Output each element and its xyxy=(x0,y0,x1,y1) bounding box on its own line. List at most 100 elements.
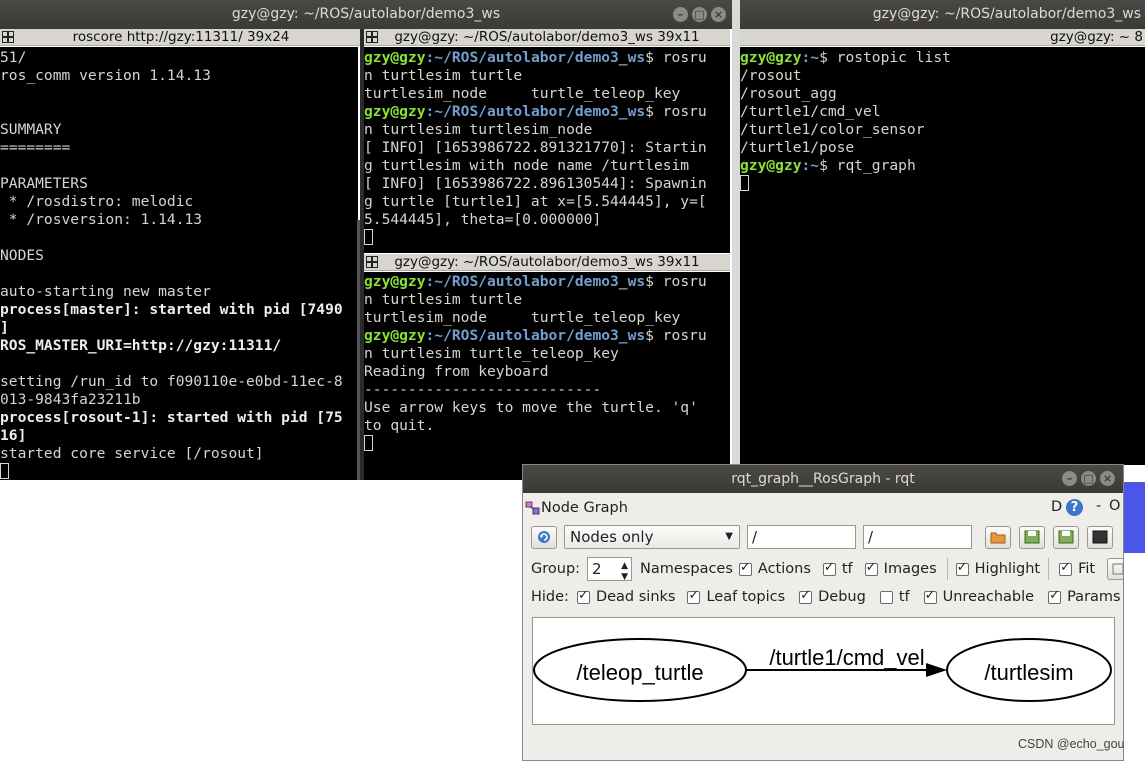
terminal-line: [ INFO] [1653986722.891321770]: Startin xyxy=(364,139,730,157)
maximize-icon[interactable]: □ xyxy=(1081,471,1096,486)
checkbox-icon[interactable] xyxy=(923,588,937,604)
save-dot-icon xyxy=(1024,530,1040,544)
main-terminal-titlebar[interactable]: gzy@gzy: ~/ROS/autolabor/demo3_ws – □ × xyxy=(0,0,732,29)
terminal-line: gzy@gzy:~/ROS/autolabor/demo3_ws$ rosru xyxy=(364,327,730,345)
prompt-path: :~ xyxy=(801,157,820,174)
output-text: /rosout_agg xyxy=(740,85,837,102)
graph-mode-select[interactable]: Nodes only ▼ xyxy=(564,525,740,549)
tab-turtlesim-node[interactable]: gzy@gzy: ~/ROS/autolabor/demo3_ws 39x11 xyxy=(364,29,730,46)
graph-canvas[interactable]: /teleop_turtle /turtlesim /turtle1/cmd_v… xyxy=(532,617,1115,725)
option-tf[interactable]: tf xyxy=(822,560,853,577)
output-text: [ INFO] [1653986722.891321770]: Startin xyxy=(364,139,707,156)
terminal-split-icon[interactable] xyxy=(2,31,14,43)
option-images[interactable]: Images xyxy=(864,560,937,577)
terminal-line: * /rosversion: 1.14.13 xyxy=(0,211,358,229)
prompt-user: gzy@gzy xyxy=(364,273,426,290)
option-actions[interactable]: Actions xyxy=(738,560,811,577)
save-svg-button[interactable] xyxy=(1053,525,1079,549)
group-value: 2 xyxy=(592,560,602,578)
folder-icon xyxy=(990,532,1006,544)
option-fit[interactable]: Fit xyxy=(1059,560,1095,577)
output-text: process[rosout-1]: started with pid [75 xyxy=(0,409,343,426)
option-label: Unreachable xyxy=(942,589,1035,605)
terminal-roscore[interactable]: 51/ros_comm version 1.14.13 SUMMARY ======… xyxy=(0,47,358,480)
close-icon[interactable]: × xyxy=(711,7,726,22)
command-text: $ rosru xyxy=(645,273,707,290)
terminal-line: to quit. xyxy=(364,417,730,435)
option-label: Params xyxy=(1067,589,1121,605)
terminal-line: /turtle1/pose xyxy=(740,139,1145,157)
checkbox-icon[interactable] xyxy=(879,590,893,604)
output-text: /turtle1/pose xyxy=(740,139,855,156)
refresh-button[interactable] xyxy=(531,525,557,549)
output-text: n turtlesim turtle_teleop_key xyxy=(364,345,619,362)
terminal-line: [ INFO] [1653986722.896130544]: Spawnin xyxy=(364,175,730,193)
option-leaf-topics[interactable]: Leaf topics xyxy=(687,588,785,605)
topic-filter-input[interactable]: / xyxy=(863,525,972,549)
auto-fit-button[interactable] xyxy=(1107,558,1123,580)
prompt-user: gzy@gzy xyxy=(740,49,802,66)
options-row-1: Namespaces Actions tf Images Highlight Fit xyxy=(632,558,1123,580)
rqt-window[interactable]: rqt_graph__RosGraph - rqt – □ × Node Gra… xyxy=(522,464,1124,761)
prompt-user: gzy@gzy xyxy=(364,327,426,344)
cursor-line xyxy=(364,435,730,453)
option-debug[interactable]: Debug xyxy=(799,588,866,605)
command-text: $ rosru xyxy=(645,103,707,120)
option-dead-sinks[interactable]: Dead sinks xyxy=(576,588,676,605)
checkbox-icon[interactable] xyxy=(799,588,813,604)
terminal-cursor xyxy=(364,435,373,451)
output-text: SUMMARY xyxy=(0,121,62,138)
tab-roscore[interactable]: roscore http://gzy:11311/ 39x24 xyxy=(0,29,362,46)
checkbox-icon[interactable] xyxy=(822,560,836,576)
checkbox-icon[interactable] xyxy=(1059,560,1073,576)
terminal-line: ROS_MASTER_URI=http://gzy:11311/ xyxy=(0,337,358,355)
checkbox-icon[interactable] xyxy=(864,560,878,576)
output-text: turtlesim_node turtle_teleop_key xyxy=(364,309,681,326)
middle-divider xyxy=(360,29,364,480)
right-terminal-titlebar[interactable]: gzy@gzy: ~/ROS/autolabor/demo3_ws xyxy=(740,0,1145,29)
terminal-rostopic[interactable]: gzy@gzy:~$ rostopic list/rosout/rosout_a… xyxy=(740,47,1145,465)
plugin-close-button[interactable]: O xyxy=(1109,498,1120,514)
namespace-filter-input[interactable]: / xyxy=(747,525,856,549)
help-icon[interactable]: ? xyxy=(1066,499,1083,516)
load-dot-button[interactable] xyxy=(985,525,1011,549)
option-unreachable[interactable]: Unreachable xyxy=(923,588,1035,605)
option-namespaces[interactable]: Namespaces xyxy=(640,561,733,577)
checkbox-icon[interactable] xyxy=(738,560,752,576)
terminal-teleop-key[interactable]: gzy@gzy:~/ROS/autolabor/demo3_ws$ rosru n… xyxy=(364,272,730,480)
terminal-turtlesim-node[interactable]: gzy@gzy:~/ROS/autolabor/demo3_ws$ rosru n… xyxy=(364,47,730,253)
close-icon[interactable]: × xyxy=(1100,471,1115,486)
graph-node-turtlesim-label: /turtlesim xyxy=(984,660,1073,685)
tab-right-terminal[interactable]: gzy@gzy: ~ 8 xyxy=(740,29,1145,46)
option-highlight[interactable]: Highlight xyxy=(955,560,1040,577)
option-params[interactable]: Params xyxy=(1048,588,1121,605)
tab-teleop-key[interactable]: gzy@gzy: ~/ROS/autolabor/demo3_ws 39x11 xyxy=(364,254,730,271)
checkbox-icon[interactable] xyxy=(955,560,969,576)
checkbox-icon[interactable] xyxy=(1048,588,1062,604)
save-dot-button[interactable] xyxy=(1019,525,1045,549)
plugin-minimize-button[interactable]: - xyxy=(1096,498,1101,514)
spin-down-icon[interactable]: ▼ xyxy=(621,566,628,588)
terminal-line: gzy@gzy:~/ROS/autolabor/demo3_ws$ rosru xyxy=(364,49,730,67)
rqt-titlebar[interactable]: rqt_graph__RosGraph - rqt – □ × xyxy=(523,465,1123,493)
terminal-split-icon[interactable] xyxy=(366,31,378,43)
group-spinbox[interactable]: 2 ▲ ▼ xyxy=(587,557,633,582)
window-gap xyxy=(732,0,740,480)
terminal-line: --------------------------- xyxy=(364,381,730,399)
maximize-icon[interactable]: □ xyxy=(692,7,707,22)
save-image-button[interactable] xyxy=(1087,525,1113,549)
terminal-line: n turtlesim turtle xyxy=(364,291,730,309)
option-label: Dead sinks xyxy=(595,589,676,605)
minimize-icon[interactable]: – xyxy=(673,7,688,22)
option-tf[interactable]: tf xyxy=(879,589,910,605)
output-text: Reading from keyboard xyxy=(364,363,549,380)
minimize-icon[interactable]: – xyxy=(1062,471,1077,486)
checkbox-icon[interactable] xyxy=(687,588,701,604)
terminal-split-icon[interactable] xyxy=(366,256,378,268)
output-text: auto-starting new master xyxy=(0,283,211,300)
checkbox-icon[interactable] xyxy=(576,588,590,604)
plugin-d-button[interactable]: D xyxy=(1051,499,1062,515)
output-text: 16] xyxy=(0,427,27,444)
